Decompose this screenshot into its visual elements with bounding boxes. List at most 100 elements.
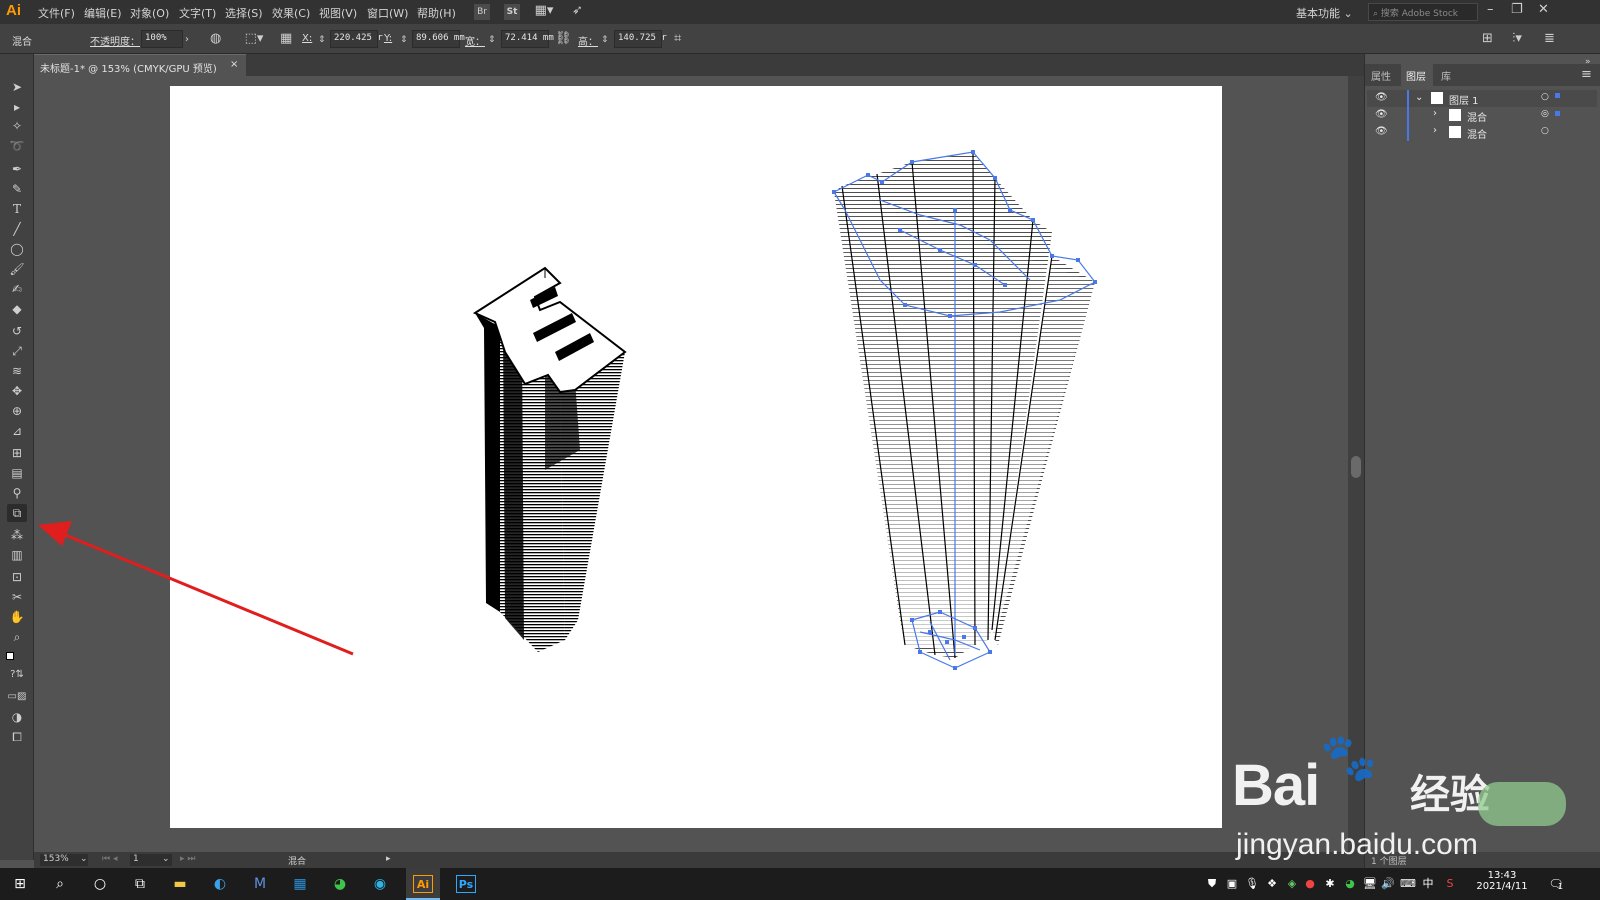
close-tab-icon[interactable]: × xyxy=(230,59,238,70)
default-fill-stroke-icon[interactable] xyxy=(6,652,14,660)
height-stepper-icon[interactable]: ⇕ xyxy=(601,32,609,48)
tray-icon-d[interactable]: ⌨ xyxy=(1398,875,1418,893)
photoshop-icon[interactable]: Ps xyxy=(456,875,476,893)
transform-icon[interactable]: ⌗ xyxy=(674,31,681,47)
panel-menu-icon[interactable]: ≡ xyxy=(1581,67,1592,83)
hand-tool-icon[interactable]: ✋ xyxy=(7,608,27,626)
cortana-icon[interactable]: ○ xyxy=(90,875,110,893)
color-mode-icon[interactable]: ▭▨ xyxy=(7,688,27,706)
tab-libraries[interactable]: 库 xyxy=(1441,68,1451,83)
menu-view[interactable]: 视图(V) xyxy=(319,5,357,21)
tray-icon-b[interactable]: ❖ xyxy=(1262,875,1282,893)
visibility-eye-icon[interactable]: 👁 xyxy=(1375,92,1388,103)
gradient-tool-icon[interactable]: ▤ xyxy=(7,464,27,482)
layer-row-3[interactable]: 👁 › 混合 ○ xyxy=(1367,124,1597,141)
layer-name[interactable]: 图层 1 xyxy=(1449,92,1479,107)
perspective-grid-tool-icon[interactable]: ⊿ xyxy=(7,422,27,440)
eyedropper-tool-icon[interactable]: ⚲ xyxy=(7,484,27,502)
x-field[interactable]: 220.425 r xyxy=(330,30,383,48)
right-blend-object[interactable] xyxy=(830,150,1097,670)
tab-layers[interactable]: 图层 xyxy=(1406,68,1426,83)
tray-icon-a[interactable]: ▣ xyxy=(1222,875,1242,893)
align-selection-icon[interactable]: ⬚▾ xyxy=(242,31,266,47)
reference-point-icon[interactable]: ▦ xyxy=(280,31,292,47)
fill-stroke-swatch-icon[interactable]: ?⇅ xyxy=(7,666,27,684)
x-stepper-icon[interactable]: ⇕ xyxy=(318,32,326,48)
mesh-tool-icon[interactable]: ⊞ xyxy=(7,444,27,462)
pen-tool-icon[interactable]: ✒ xyxy=(7,160,27,178)
y-stepper-icon[interactable]: ⇕ xyxy=(400,32,408,48)
recolor-globe-icon[interactable]: ◍ xyxy=(210,31,221,47)
tab-properties[interactable]: 属性 xyxy=(1371,68,1391,83)
clock[interactable]: 13:43 2021/4/11 xyxy=(1472,870,1532,892)
menu-window[interactable]: 窗口(W) xyxy=(367,5,408,21)
magic-wand-tool-icon[interactable]: ✧ xyxy=(7,117,27,135)
slice-tool-icon[interactable]: ✂ xyxy=(7,588,27,606)
workspace-switcher[interactable]: 基本功能 ⌄ xyxy=(1296,5,1353,21)
send-icon[interactable]: ➶ xyxy=(572,3,583,19)
paintbrush-tool-icon[interactable]: 🖌 xyxy=(7,260,27,278)
expand-chevron-right-icon[interactable]: › xyxy=(1433,125,1437,136)
artboard-nav-prev-icon[interactable]: ⏮ ◂ xyxy=(102,854,117,864)
edge-browser-icon[interactable]: ◐ xyxy=(210,875,230,893)
left-blend-object[interactable] xyxy=(472,266,627,652)
height-field[interactable]: 140.725 r xyxy=(614,30,667,48)
width-stepper-icon[interactable]: ⇕ xyxy=(488,32,496,48)
screen-mode-icon[interactable]: ⧠ xyxy=(7,728,27,746)
volume-icon[interactable]: 🔊 xyxy=(1378,875,1398,893)
menu-file[interactable]: 文件(F) xyxy=(38,5,75,21)
calculator-app-icon[interactable]: ▦ xyxy=(290,875,310,893)
sogou-ime-icon[interactable]: S xyxy=(1440,875,1460,893)
expand-chevron-down-icon[interactable]: ⌄ xyxy=(1415,92,1423,103)
visibility-eye-icon[interactable]: 👁 xyxy=(1375,109,1388,120)
target-circle-icon[interactable]: ◎ xyxy=(1541,109,1549,119)
menu-effect[interactable]: 效果(C) xyxy=(272,5,310,21)
network-icon[interactable]: 🖥 xyxy=(1360,875,1380,893)
scale-tool-icon[interactable]: ⤢ xyxy=(7,342,27,360)
menu-edit[interactable]: 编辑(E) xyxy=(84,5,122,21)
arrange-documents-icon[interactable]: ▦▾ xyxy=(530,3,558,19)
close-window-icon[interactable]: ✕ xyxy=(1538,2,1549,18)
minimize-icon[interactable]: – xyxy=(1487,2,1494,18)
opacity-field[interactable]: 100% xyxy=(141,30,183,48)
sublayer-name[interactable]: 混合 xyxy=(1467,109,1487,124)
document-tab[interactable]: 未标题-1* @ 153% (CMYK/GPU 预览) × xyxy=(34,54,246,76)
menu-select[interactable]: 选择(S) xyxy=(225,5,263,21)
status-menu-icon[interactable]: ▸ xyxy=(386,854,391,864)
stock-icon[interactable]: St xyxy=(504,4,520,20)
type-tool-icon[interactable]: T xyxy=(7,200,27,218)
file-explorer-icon[interactable]: ▬ xyxy=(170,875,190,893)
sublayer-name[interactable]: 混合 xyxy=(1467,126,1487,141)
bridge-icon[interactable]: Br xyxy=(474,4,490,20)
rotate-tool-icon[interactable]: ↺ xyxy=(7,322,27,340)
task-view-icon[interactable]: ⧉ xyxy=(130,875,150,893)
wechat-icon[interactable]: ◕ xyxy=(330,875,350,893)
microphone-icon[interactable]: 🎙 xyxy=(1242,875,1262,893)
opacity-label[interactable]: 不透明度： xyxy=(90,33,140,48)
artboard-tool-icon[interactable]: ⊡ xyxy=(7,568,27,586)
symbol-sprayer-tool-icon[interactable]: ⁂ xyxy=(7,526,27,544)
menu-type[interactable]: 文字(T) xyxy=(179,5,216,21)
puppet-warp-tool-icon[interactable]: ✥ xyxy=(7,382,27,400)
shape-builder-tool-icon[interactable]: ⊕ xyxy=(7,402,27,420)
line-tool-icon[interactable]: ╱ xyxy=(7,220,27,238)
nvidia-icon[interactable]: ◈ xyxy=(1282,875,1302,893)
constrain-link-icon[interactable]: ⛓ xyxy=(555,31,572,47)
menu-object[interactable]: 对象(O) xyxy=(130,5,169,21)
menu-help[interactable]: 帮助(H) xyxy=(417,5,456,21)
artboard-nav-next-icon[interactable]: ▸ ⏭ xyxy=(180,854,195,864)
vertical-scroll-thumb[interactable] xyxy=(1351,456,1361,478)
width-field[interactable]: 72.414 mm xyxy=(501,30,554,48)
control-menu-icon[interactable]: ≣ xyxy=(1544,31,1555,47)
search-icon[interactable]: ⌕ xyxy=(50,875,70,893)
ime-indicator[interactable]: 中 xyxy=(1418,875,1438,893)
tray-icon-red[interactable]: ● xyxy=(1300,875,1320,893)
column-graph-tool-icon[interactable]: ▥ xyxy=(7,546,27,564)
security-shield-icon[interactable]: ⛊ xyxy=(1202,875,1222,893)
tray-icon-c[interactable]: ✱ xyxy=(1320,875,1340,893)
target-circle-icon[interactable]: ○ xyxy=(1541,92,1549,102)
chevron-right-icon[interactable]: › xyxy=(185,32,189,48)
blend-tool-icon[interactable]: ⧉ xyxy=(7,504,27,522)
curvature-tool-icon[interactable]: ✎ xyxy=(7,180,27,198)
zoom-field[interactable]: 153% ⌄ xyxy=(40,854,88,866)
